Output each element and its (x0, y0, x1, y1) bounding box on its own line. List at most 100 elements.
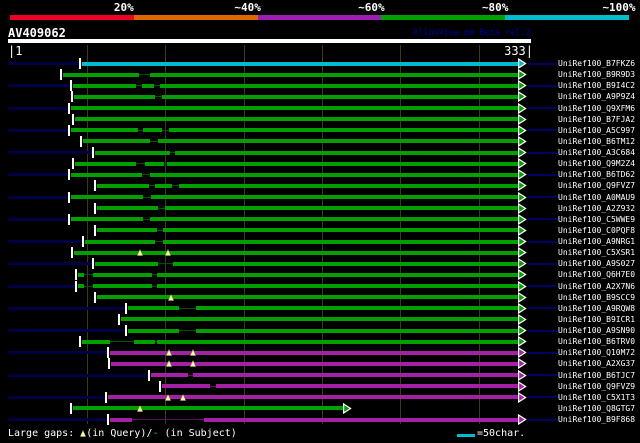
alignment-bar-segment[interactable] (97, 295, 519, 300)
alignment-bar-segment[interactable] (63, 72, 139, 77)
alignment-bar-segment[interactable] (110, 417, 132, 422)
alignment-bar-segment[interactable] (83, 139, 150, 144)
subject-label[interactable]: UniRef100_A9P9Z4 (558, 92, 635, 101)
alignment-bar-segment[interactable] (95, 150, 170, 155)
subject-label[interactable]: UniRef100_Q9XFM6 (558, 104, 635, 113)
alignment-bar-segment[interactable] (173, 261, 519, 266)
subject-label[interactable]: UniRef100_A3C684 (558, 148, 635, 157)
alignment-bar-segment[interactable] (97, 228, 157, 233)
subject-label[interactable]: UniRef100_Q9FVZ7 (558, 181, 635, 190)
subject-label[interactable]: UniRef100_B9I4C2 (558, 81, 635, 90)
subject-label[interactable]: UniRef100_B6TM12 (558, 137, 635, 146)
alignment-bar-segment[interactable] (216, 384, 519, 389)
alignment-bar-segment[interactable] (150, 217, 519, 222)
subject-label[interactable]: UniRef100_Q8GTG7 (558, 404, 635, 413)
alignment-bar-segment[interactable] (151, 373, 188, 377)
alignment-start-tick (108, 358, 110, 370)
alignment-bar-segment[interactable] (193, 373, 519, 377)
alignment-bar-segment[interactable] (151, 195, 519, 199)
alignment-bar-segment[interactable] (75, 161, 136, 166)
alignment-bar-segment[interactable] (97, 183, 149, 188)
alignment-bar-segment[interactable] (128, 328, 179, 333)
label-lead-line (528, 129, 557, 132)
subject-label[interactable]: UniRef100_A9SN90 (558, 326, 635, 335)
alignment-bar-segment[interactable] (71, 195, 143, 199)
alignment-bar-segment[interactable] (169, 128, 519, 133)
alignment-gap-line (155, 96, 162, 98)
subject-label[interactable]: UniRef100_B7FKZ6 (558, 59, 635, 68)
alignment-bar-segment[interactable] (143, 128, 162, 133)
subject-label[interactable]: UniRef100_B7FJA2 (558, 115, 635, 124)
subject-label[interactable]: UniRef100_Q10M72 (558, 348, 635, 357)
alignment-arrow-icon (518, 147, 527, 158)
subject-label[interactable]: UniRef100_A0MAU9 (558, 193, 635, 202)
subject-label[interactable]: UniRef100_C5WWE9 (558, 215, 635, 224)
subject-label[interactable]: UniRef100_Q6H7E0 (558, 270, 635, 279)
subject-label[interactable]: UniRef100_Q9M2Z4 (558, 159, 635, 168)
alignment-bar-segment[interactable] (158, 139, 519, 144)
subject-label[interactable]: UniRef100_B9R9D3 (558, 70, 635, 79)
subject-label[interactable]: UniRef100_C0PQF8 (558, 226, 635, 235)
subject-label[interactable]: UniRef100_B6TJC7 (558, 371, 635, 380)
alignment-bar-segment[interactable] (163, 239, 519, 244)
alignment-bar-segment[interactable] (157, 272, 519, 277)
alignment-bar-segment[interactable] (155, 183, 172, 188)
alignment-bar-segment[interactable] (150, 172, 519, 177)
alignment-bar-segment[interactable] (93, 272, 152, 277)
alignment-bar-segment[interactable] (175, 150, 519, 155)
alignment-bar-segment[interactable] (150, 72, 519, 77)
alignment-bar-segment[interactable] (111, 361, 519, 366)
subject-label[interactable]: UniRef100_B6TD62 (558, 170, 635, 179)
alignment-bar-segment[interactable] (74, 94, 155, 99)
subject-label[interactable]: UniRef100_C5XSR1 (558, 248, 635, 257)
alignment-bar-segment[interactable] (121, 317, 519, 322)
subject-label[interactable]: UniRef100_B9ICR1 (558, 315, 635, 324)
subject-label[interactable]: UniRef100_C5X1T3 (558, 393, 635, 402)
alignment-bar-segment[interactable] (95, 261, 158, 266)
alignment-bar-segment[interactable] (97, 206, 158, 211)
subject-label[interactable]: UniRef100_B6TRV0 (558, 337, 635, 346)
alignment-bar-segment[interactable] (142, 83, 154, 88)
subject-label[interactable]: UniRef100_A2Z932 (558, 204, 635, 213)
alignment-bar-segment[interactable] (167, 161, 519, 166)
scale-label: ~40% (234, 1, 261, 14)
subject-label[interactable]: UniRef100_B9F868 (558, 415, 635, 424)
subject-label[interactable]: UniRef100_A2XG37 (558, 359, 635, 368)
subject-label[interactable]: UniRef100_Q9FVZ9 (558, 382, 635, 391)
alignment-bar-segment[interactable] (204, 417, 519, 422)
alignment-bar-segment[interactable] (73, 83, 136, 88)
alignment-bar-segment[interactable] (71, 106, 519, 110)
alignment-bar-segment[interactable] (165, 206, 519, 211)
alignment-arrow-icon (518, 325, 527, 336)
subject-lead-line (8, 329, 127, 332)
alignment-bar-segment[interactable] (162, 384, 210, 389)
alignment-bar-segment[interactable] (163, 228, 519, 233)
alignment-bar-segment[interactable] (128, 306, 179, 311)
alignment-bar-segment[interactable] (82, 339, 110, 344)
subject-label[interactable]: UniRef100_A9S027 (558, 259, 635, 268)
alignment-bar-segment[interactable] (73, 406, 344, 411)
alignment-bar-segment[interactable] (157, 339, 519, 344)
alignment-bar-segment[interactable] (145, 161, 164, 166)
subject-label[interactable]: UniRef100_A9NRG1 (558, 237, 635, 246)
subject-label[interactable]: UniRef100_A2X7N6 (558, 282, 635, 291)
alignment-bar-segment[interactable] (160, 83, 519, 88)
alignment-bar-segment[interactable] (75, 117, 519, 122)
alignment-bar-segment[interactable] (196, 306, 519, 311)
alignment-bar-segment[interactable] (85, 239, 155, 244)
subject-label[interactable]: UniRef100_A9RQW8 (558, 304, 635, 313)
alignment-bar-segment[interactable] (93, 284, 152, 288)
subject-label[interactable]: UniRef100_A5C997 (558, 126, 635, 135)
label-lead-line (528, 285, 557, 287)
alignment-bar-segment[interactable] (71, 172, 142, 177)
alignment-bar-segment[interactable] (82, 61, 519, 66)
alignment-bar-segment[interactable] (71, 217, 143, 222)
alignment-bar-segment[interactable] (179, 183, 519, 188)
alignment-bar-segment[interactable] (157, 284, 519, 288)
alignment-bar-segment[interactable] (196, 328, 519, 333)
alignment-bar-segment[interactable] (162, 94, 519, 99)
alignment-bar-segment[interactable] (134, 339, 155, 344)
gridline (478, 45, 480, 424)
alignment-bar-segment[interactable] (71, 128, 138, 133)
subject-label[interactable]: UniRef100_B9SCC9 (558, 293, 635, 302)
